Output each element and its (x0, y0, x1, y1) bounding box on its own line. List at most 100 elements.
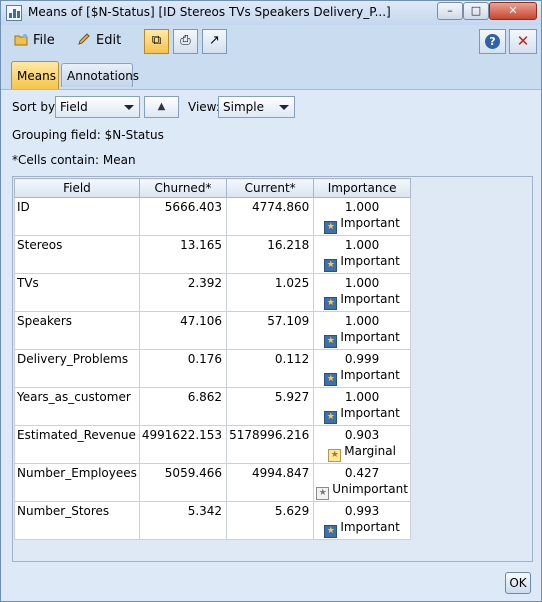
means-output-window: Means of [$N-Status] [ID Stereos TVs Spe… (0, 0, 542, 602)
importance-value: 1.000 (344, 390, 380, 404)
field-cell: ID (14, 197, 140, 236)
print-button[interactable]: ⎙ (173, 29, 198, 54)
importance-value: 0.903 (344, 428, 380, 442)
current-mean-cell: 4774.860 (226, 197, 315, 236)
close-output-button[interactable]: ✕ (509, 29, 537, 54)
maximize-button[interactable]: □ (463, 2, 489, 20)
importance-label: ★ Important (324, 520, 400, 538)
sort-by-select[interactable]: Field (55, 96, 140, 118)
table-row[interactable]: Estimated_Revenue 4991622.153 5178996.216 0… (14, 425, 411, 464)
table-row[interactable]: Years_as_customer 6.862 5.927 1.000 ★ Importa… (14, 387, 411, 426)
table-row[interactable]: ID 5666.403 4774.860 1.000 ★ Important (14, 197, 411, 236)
table-row[interactable]: Stereos 13.165 16.218 1.000 ★ Important (14, 235, 411, 274)
current-mean-cell: 1.025 (226, 273, 315, 312)
column-header-current[interactable]: Current* (226, 178, 315, 198)
table-row[interactable]: Speakers 47.106 57.109 1.000 ★ Important (14, 311, 411, 350)
pencil-icon (77, 33, 91, 46)
importance-value: 0.993 (344, 504, 380, 518)
minimize-button[interactable]: – (437, 2, 463, 20)
importance-cell: 0.999 ★ Important (313, 349, 411, 388)
generate-icon: ⧉ (151, 33, 162, 48)
field-cell: TVs (14, 273, 140, 312)
churned-mean-cell: 47.106 (138, 311, 228, 350)
important-icon: ★ (324, 525, 338, 538)
important-icon: ★ (324, 221, 338, 234)
table-row[interactable]: Delivery_Problems 0.176 0.112 0.999 ★ Importa… (14, 349, 411, 388)
important-icon: ★ (324, 259, 338, 272)
churned-mean-cell: 5059.466 (138, 463, 228, 502)
edit-menu-label: Edit (96, 33, 122, 48)
chevron-down-icon (279, 105, 289, 110)
importance-label: ★ Important (324, 292, 400, 310)
close-icon: ✕ (516, 32, 530, 50)
generate-node-button[interactable]: ⧉ (144, 29, 169, 54)
view-select[interactable]: Simple (218, 96, 295, 118)
importance-cell: 1.000 ★ Important (313, 311, 411, 350)
tab-means[interactable]: Means (11, 61, 59, 89)
importance-value: 0.999 (344, 352, 380, 366)
importance-label-text: Important (340, 292, 400, 306)
churned-mean-cell: 6.862 (138, 387, 228, 426)
marginal-icon: ★ (328, 449, 342, 462)
unimportant-icon: ★ (316, 487, 330, 500)
importance-cell: 0.427 ★ Unimportant (313, 463, 411, 502)
folder-icon (14, 33, 28, 46)
view-label: View: (188, 100, 220, 114)
field-cell: Estimated_Revenue (14, 425, 140, 464)
column-header-importance[interactable]: Importance (313, 178, 411, 198)
file-menu[interactable]: File (14, 33, 55, 48)
importance-label: ★ Marginal (328, 444, 396, 462)
churned-mean-cell: 0.176 (138, 349, 228, 388)
important-icon: ★ (324, 373, 338, 386)
importance-label-text: Important (340, 330, 400, 344)
export-icon: ↗ (209, 33, 220, 48)
tab-annotations[interactable]: Annotations (61, 63, 139, 87)
field-cell: Years_as_customer (14, 387, 140, 426)
column-header-churned[interactable]: Churned* (138, 178, 228, 198)
importance-label-text: Important (340, 406, 400, 420)
help-icon: ? (485, 34, 500, 49)
ok-button[interactable]: OK (505, 572, 531, 594)
importance-cell: 0.993 ★ Important (313, 501, 411, 540)
export-button[interactable]: ↗ (202, 29, 227, 54)
importance-label: ★ Important (324, 406, 400, 424)
field-cell: Speakers (14, 311, 140, 350)
current-mean-cell: 5.629 (226, 501, 315, 540)
tab-strip: Means Annotations (1, 61, 541, 89)
means-node-icon (6, 5, 22, 21)
importance-label: ★ Important (324, 330, 400, 348)
window-close-button[interactable]: ✕ (489, 2, 537, 20)
importance-value: 1.000 (344, 238, 380, 252)
churned-mean-cell: 4991622.153 (138, 425, 228, 464)
window-title: Means of [$N-Status] [ID Stereos TVs Spe… (28, 5, 391, 19)
importance-label-text: Important (340, 368, 400, 382)
view-value: Simple (223, 100, 264, 114)
sort-direction-button[interactable]: ▲ (144, 96, 179, 118)
sort-by-label: Sort by: (12, 100, 59, 114)
importance-cell: 1.000 ★ Important (313, 387, 411, 426)
current-mean-cell: 0.112 (226, 349, 315, 388)
chevron-down-icon (124, 105, 134, 110)
edit-menu[interactable]: Edit (77, 33, 121, 48)
important-icon: ★ (324, 411, 338, 424)
important-icon: ★ (324, 297, 338, 310)
title-bar[interactable]: Means of [$N-Status] [ID Stereos TVs Spe… (1, 1, 541, 25)
importance-label-text: Marginal (344, 444, 396, 458)
importance-label: ★ Important (324, 254, 400, 272)
cells-contain-text: *Cells contain: Mean (12, 153, 136, 167)
importance-label-text: Unimportant (332, 482, 408, 496)
help-button[interactable]: ? (479, 29, 506, 54)
importance-cell: 1.000 ★ Important (313, 273, 411, 312)
current-mean-cell: 57.109 (226, 311, 315, 350)
column-header-field[interactable]: Field (14, 178, 140, 198)
table-row[interactable]: Number_Stores 5.342 5.629 0.993 ★ Important (14, 501, 411, 540)
current-mean-cell: 4994.847 (226, 463, 315, 502)
file-menu-label: File (33, 33, 55, 48)
field-cell: Number_Employees (14, 463, 140, 502)
importance-value: 1.000 (344, 276, 380, 290)
table-row[interactable]: TVs 2.392 1.025 1.000 ★ Important (14, 273, 411, 312)
field-cell: Number_Stores (14, 501, 140, 540)
table-row[interactable]: Number_Employees 5059.466 4994.847 0.427 ★ Un… (14, 463, 411, 502)
importance-label: ★ Unimportant (316, 482, 408, 500)
importance-label: ★ Important (324, 368, 400, 386)
